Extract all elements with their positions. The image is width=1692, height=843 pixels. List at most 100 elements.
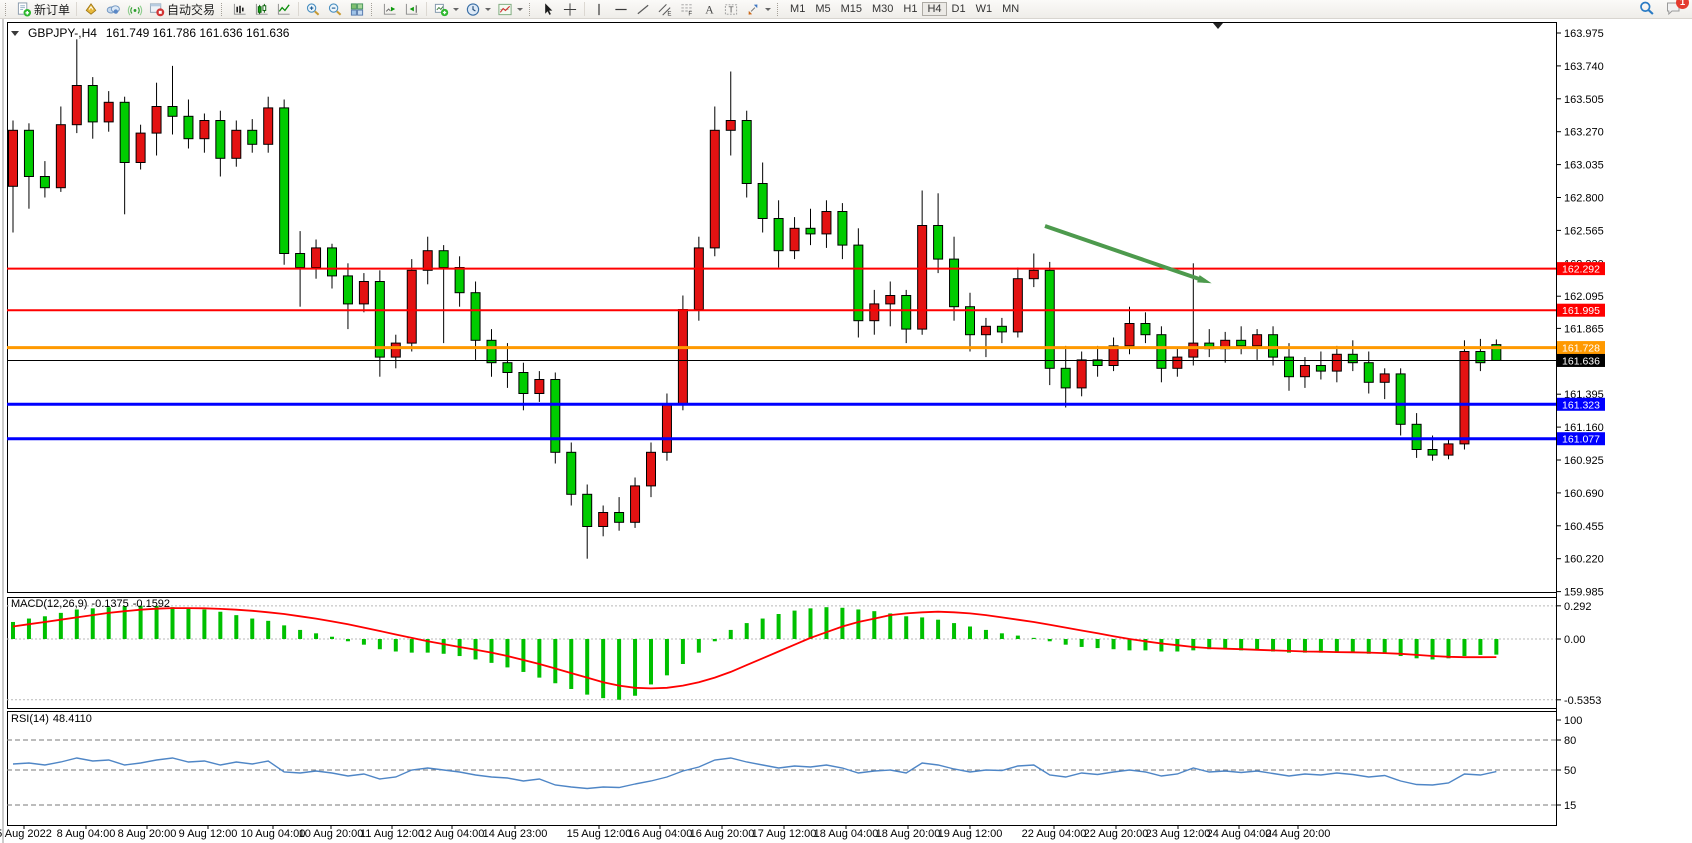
dropdown-arrow-icon[interactable] — [765, 8, 771, 14]
mql-market-icon — [83, 2, 99, 17]
candle — [1013, 279, 1022, 332]
signals-button[interactable] — [124, 1, 146, 18]
chart-shift-button[interactable] — [401, 1, 423, 18]
timeframe-m1-button[interactable]: M1 — [785, 2, 810, 16]
zoom-out-button[interactable] — [324, 1, 346, 18]
new-order-icon — [16, 2, 32, 17]
price-tick: 160.925 — [1564, 455, 1604, 467]
candle — [56, 125, 65, 188]
line-chart-icon — [276, 2, 292, 17]
mql-market-button[interactable] — [80, 1, 102, 18]
zoom-in-button[interactable] — [302, 1, 324, 18]
search-icon — [1638, 0, 1655, 16]
time-tick: 11 Aug 12:00 — [360, 828, 424, 840]
candle — [806, 228, 815, 234]
bars-chart-button[interactable] — [229, 1, 251, 18]
candle — [1157, 335, 1166, 369]
hline-button[interactable] — [610, 1, 632, 18]
timeframe-h4-button[interactable]: H4 — [922, 2, 946, 16]
indicators-icon — [497, 2, 513, 17]
timeframe-m15-button[interactable]: M15 — [836, 2, 867, 16]
rsi-tick: 15 — [1564, 800, 1576, 812]
candle — [72, 86, 81, 125]
tile-windows-button[interactable] — [346, 1, 368, 18]
candle — [1029, 270, 1038, 278]
time-tick: 16 Aug 04:00 — [628, 828, 693, 840]
candle — [136, 133, 145, 162]
search-button[interactable] — [1638, 0, 1655, 19]
text-button[interactable]: A — [698, 1, 720, 18]
time-tick: 22 Aug 04:00 — [1022, 828, 1087, 840]
price-line-label: 161.995 — [1562, 305, 1600, 317]
new-chart-button[interactable] — [430, 1, 462, 18]
candle — [407, 270, 416, 343]
price-line-label: 161.323 — [1562, 399, 1600, 411]
auto-scroll-button[interactable] — [379, 1, 401, 18]
rsi-value: 48.4110 — [53, 713, 92, 725]
candle — [1476, 352, 1485, 363]
time-tick: 8 Aug 20:00 — [118, 828, 177, 840]
dropdown-arrow-icon[interactable] — [517, 8, 523, 14]
time-tick: 18 Aug 20:00 — [876, 828, 941, 840]
candle — [1332, 354, 1341, 371]
price-tick: 160.220 — [1564, 554, 1604, 566]
arrows-button[interactable] — [742, 1, 774, 18]
channel-button[interactable]: E — [654, 1, 676, 18]
profiles-button[interactable] — [462, 1, 494, 18]
macd-signal-value: -0.1592 — [133, 598, 170, 610]
candle — [1269, 335, 1278, 357]
crosshair-button[interactable] — [559, 1, 581, 18]
cursor-button[interactable] — [537, 1, 559, 18]
candle — [1444, 444, 1453, 455]
time-tick: 18 Aug 04:00 — [814, 828, 879, 840]
candle — [599, 513, 608, 527]
candle — [152, 107, 161, 134]
rsi-name: RSI(14) — [11, 713, 49, 725]
candle — [1364, 363, 1373, 383]
chart-canvas[interactable]: 163.975163.740163.505163.270163.035162.8… — [0, 19, 1692, 843]
candle — [359, 282, 368, 304]
candle — [790, 228, 799, 250]
fibonacci-button[interactable]: F — [676, 1, 698, 18]
timeframe-m5-button[interactable]: M5 — [810, 2, 835, 16]
line-chart-button[interactable] — [273, 1, 295, 18]
time-tick: 9 Aug 12:00 — [179, 828, 238, 840]
candle — [312, 248, 321, 268]
time-tick: 8 Aug 04:00 — [57, 828, 116, 840]
dropdown-arrow-icon[interactable] — [485, 8, 491, 14]
trendline-button[interactable] — [632, 1, 654, 18]
new-order-button[interactable]: 新订单 — [13, 1, 73, 18]
timeframe-mn-button[interactable]: MN — [997, 2, 1024, 16]
candle — [439, 251, 448, 268]
candle — [1460, 352, 1469, 444]
cloud-button[interactable] — [102, 1, 124, 18]
timeframe-d1-button[interactable]: D1 — [947, 2, 971, 16]
candle — [184, 116, 193, 138]
candle — [647, 452, 656, 486]
candle — [1189, 343, 1198, 357]
time-tick: 5 Aug 2022 — [0, 828, 52, 840]
rsi-tick: 50 — [1564, 765, 1576, 777]
time-tick: 23 Aug 12:00 — [1146, 828, 1211, 840]
dropdown-arrow-icon[interactable] — [453, 8, 459, 14]
autotrading-button[interactable]: 自动交易 — [146, 1, 218, 18]
new-order-label: 新订单 — [34, 1, 70, 18]
candles-chart-button[interactable] — [251, 1, 273, 18]
price-tick: 162.800 — [1564, 193, 1604, 205]
text-label-icon: T — [723, 2, 739, 17]
time-tick: 16 Aug 20:00 — [690, 828, 755, 840]
text-label-button[interactable]: T — [720, 1, 742, 18]
indicators-button[interactable] — [494, 1, 526, 18]
vline-button[interactable] — [588, 1, 610, 18]
timeframe-h1-button[interactable]: H1 — [898, 2, 922, 16]
timeframe-m30-button[interactable]: M30 — [867, 2, 898, 16]
rsi-tick: 80 — [1564, 735, 1576, 747]
chart-dropdown-icon[interactable] — [11, 31, 19, 36]
candle — [280, 108, 289, 254]
price-line-label: 161.728 — [1562, 343, 1600, 355]
candle — [1348, 354, 1357, 362]
chat-button[interactable]: 1 — [1665, 0, 1682, 19]
timeframe-w1-button[interactable]: W1 — [971, 2, 998, 16]
rsi-tick: 100 — [1564, 715, 1582, 727]
price-tick: 162.565 — [1564, 225, 1604, 237]
